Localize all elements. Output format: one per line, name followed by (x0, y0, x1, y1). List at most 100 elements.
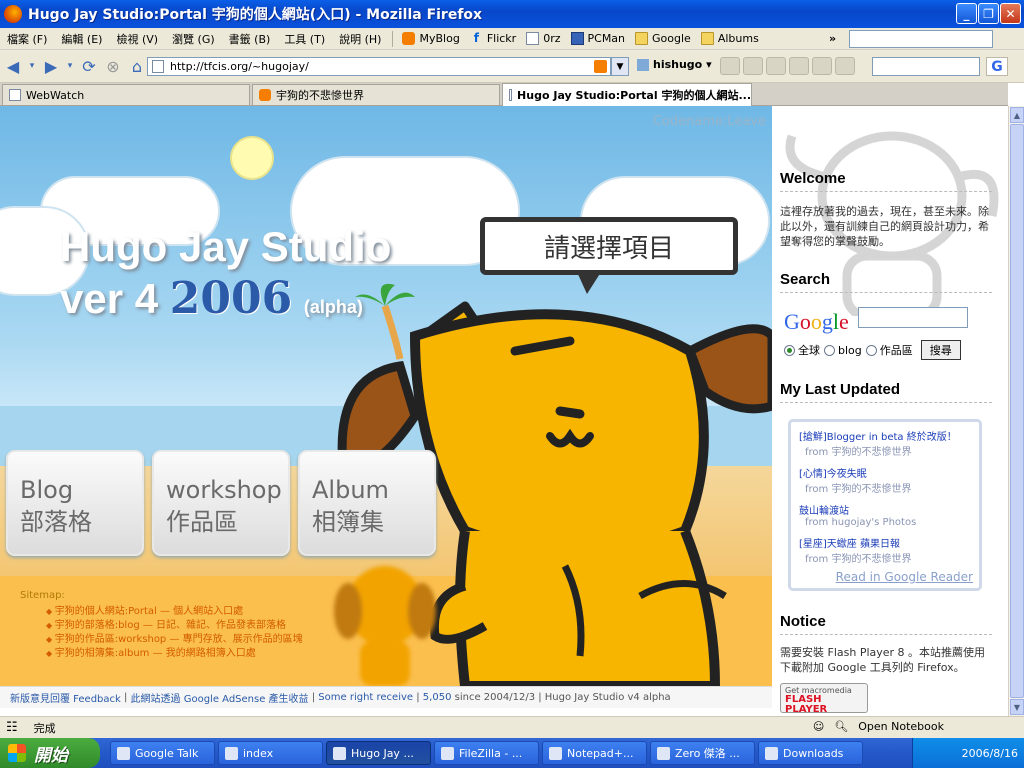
bookmark-0rz[interactable]: 0rz (521, 32, 565, 45)
sitemap-link-portal[interactable]: 宇狗的個人網站:Portal — 個人網站入口處 (46, 605, 303, 619)
puzzle-icon[interactable] (766, 57, 786, 75)
blog-nav-button[interactable]: Blog 部落格 (6, 450, 144, 556)
adsense-link[interactable]: 此網站透過 Google AdSense 產生收益 (131, 690, 309, 705)
firefox-window: Hugo Jay Studio:Portal 宇狗的個人網站(入口) - Moz… (0, 0, 1024, 768)
magnifier-icon[interactable]: 🔍︎ (834, 720, 848, 733)
taskbar-index[interactable]: index (218, 741, 323, 765)
counter-link[interactable]: 5,050 (423, 692, 452, 703)
sidebar-toggle-icon[interactable]: ☷ (6, 720, 18, 735)
reload-icon[interactable]: ⟳ (78, 55, 100, 77)
forward-icon[interactable]: ▶ (40, 55, 62, 77)
scroll-down-icon[interactable]: ▼ (1010, 699, 1024, 715)
bookmark-folder-albums[interactable]: Albums (696, 32, 764, 45)
taskbar-google-talk[interactable]: Google Talk (110, 741, 215, 765)
feed-item-title[interactable]: 鼓山輪渡站 (799, 502, 971, 517)
close-button[interactable]: ✕ (1000, 3, 1021, 24)
scroll-up-icon[interactable]: ▲ (1010, 107, 1024, 123)
page-icon (152, 60, 164, 73)
adblock-icon[interactable]: ☺ (813, 720, 824, 733)
address-bar[interactable]: http://tfcis.org/~hugojay/ (147, 57, 611, 76)
tab-hugo-jay-studio[interactable]: Hugo Jay Studio:Portal 宇狗的個人網站... (502, 83, 752, 106)
start-button[interactable]: 開始 (0, 738, 100, 768)
bookmark-label: Flickr (486, 32, 517, 45)
back-dropdown-icon[interactable]: ▾ (26, 55, 38, 77)
taskbar-firefox[interactable]: Hugo Jay ... (326, 741, 431, 765)
last-updated-heading: My Last Updated (780, 381, 992, 403)
feedback-link[interactable]: 新版意見回覆 Feedback (10, 690, 121, 705)
folder-icon (765, 746, 778, 760)
bookmark-label: 0rz (543, 32, 561, 45)
taskbar-filezilla[interactable]: FileZilla - ... (434, 741, 539, 765)
feed-item-title[interactable]: [搶鮮]Blogger in beta 終於改版！ (799, 428, 971, 443)
menu-view[interactable]: 檢視 (V) (109, 31, 165, 47)
bookmark-myblog[interactable]: MyBlog (397, 32, 464, 45)
search-button[interactable]: 搜尋 (920, 340, 961, 360)
taskbar-chat[interactable]: Zero 傑洛 ... (650, 741, 755, 765)
clock[interactable]: 2006/8/16 (962, 747, 1018, 760)
menu-help[interactable]: 說明 (H) (332, 31, 388, 47)
hishugo-toolbar-button[interactable]: hishugo ▾ (637, 58, 712, 71)
leaf-icon[interactable] (720, 57, 740, 75)
history-icon[interactable] (835, 57, 855, 75)
minimize-button[interactable]: _ (956, 3, 977, 24)
google-search-icon[interactable]: G (986, 57, 1008, 76)
google-logo: Google (784, 309, 849, 334)
flash-player-badge[interactable]: Get macromedia FLASH PLAYER (780, 683, 868, 715)
sidebar: Welcome 這裡存放著我的過去，現在，甚至未來。除此以外，還有訓練自己的網頁… (772, 106, 1008, 716)
tab-blog[interactable]: 宇狗的不悲慘世界 (252, 84, 500, 105)
radio-workshop[interactable]: 作品區 (865, 342, 913, 358)
menu-tools[interactable]: 工具 (T) (277, 31, 332, 47)
scroll-thumb[interactable] (1010, 124, 1024, 698)
license-link[interactable]: Some right receive (318, 692, 413, 703)
bookmarks-overflow-button[interactable]: » (824, 32, 841, 45)
firefox-icon (333, 746, 346, 760)
footer-text: since 2004/12/3 | Hugo Jay Studio v4 alp… (454, 692, 671, 703)
feed-item-title[interactable]: [心情]今夜失眠 (799, 465, 971, 480)
sitemap-link-blog[interactable]: 宇狗的部落格:blog — 日記、雜記、作品發表部落格 (46, 619, 303, 633)
sitemap-label: Sitemap: (20, 590, 65, 601)
maximize-button[interactable]: ❐ (978, 3, 999, 24)
menu-go[interactable]: 瀏覽 (G) (165, 31, 222, 47)
sitemap-link-album[interactable]: 宇狗的相簿集:album — 我的網路相簿入口處 (46, 647, 303, 661)
taskbar-downloads[interactable]: Downloads (758, 741, 863, 765)
taskbar-item-label: Google Talk (135, 746, 199, 760)
toolbar-search-dropdown[interactable] (872, 57, 980, 76)
feed-item-source: from 宇狗的不悲慘世界 (805, 484, 912, 495)
menu-file[interactable]: 檔案 (F) (0, 31, 54, 47)
menu-search-box[interactable] (849, 30, 993, 48)
home-icon[interactable]: ⌂ (126, 55, 148, 77)
gear-icon[interactable] (743, 57, 763, 75)
feed-item-source: from 宇狗的不悲慘世界 (805, 447, 912, 458)
google-reader-link[interactable]: Read in Google Reader (836, 570, 973, 584)
radio-blog[interactable]: blog (824, 344, 862, 357)
hishugo-icon (637, 58, 649, 71)
radio-global[interactable]: 全球 (784, 342, 820, 358)
tab-bar: WebWatch 宇狗的不悲慘世界 Hugo Jay Studio:Portal… (0, 83, 1008, 106)
search-scope-radios: 全球 blog 作品區 搜尋 (784, 340, 961, 360)
stop-icon[interactable]: ⊗ (102, 55, 124, 77)
address-dropdown-icon[interactable]: ▼ (611, 57, 629, 76)
camera-icon[interactable] (789, 57, 809, 75)
tab-webwatch[interactable]: WebWatch (2, 84, 250, 105)
sitemap-link-workshop[interactable]: 宇狗的作品區:workshop — 專門存放、展示作品的區塊 (46, 633, 303, 647)
menu-bookmarks[interactable]: 書籤 (B) (222, 31, 278, 47)
taskbar-notepad[interactable]: Notepad+... (542, 741, 647, 765)
feed-item-title[interactable]: [星座]天蠍座 蘋果日報 (799, 535, 971, 550)
workshop-button-en: workshop (166, 476, 282, 504)
bookmark-flickr[interactable]: f Flickr (465, 32, 521, 46)
bookmark-folder-google[interactable]: Google (630, 32, 696, 45)
studio-title-line: Hugo Jay Studio (60, 223, 392, 270)
start-label: 開始 (34, 745, 68, 766)
bookmark-manager-icon[interactable] (812, 57, 832, 75)
menu-edit[interactable]: 編輯 (E) (54, 31, 109, 47)
workshop-nav-button[interactable]: workshop 作品區 (152, 450, 290, 556)
rss-feed-icon[interactable] (594, 60, 607, 73)
vertical-scrollbar[interactable]: ▲ ▼ (1008, 106, 1024, 716)
bookmark-pcman[interactable]: PCMan (566, 32, 631, 45)
status-text: 完成 (33, 721, 56, 735)
back-icon[interactable]: ◀ (2, 55, 24, 77)
forward-dropdown-icon[interactable]: ▾ (64, 55, 76, 77)
search-input[interactable] (858, 307, 968, 328)
open-notebook-button[interactable]: Open Notebook (858, 720, 944, 733)
album-nav-button[interactable]: Album 相簿集 (298, 450, 436, 556)
